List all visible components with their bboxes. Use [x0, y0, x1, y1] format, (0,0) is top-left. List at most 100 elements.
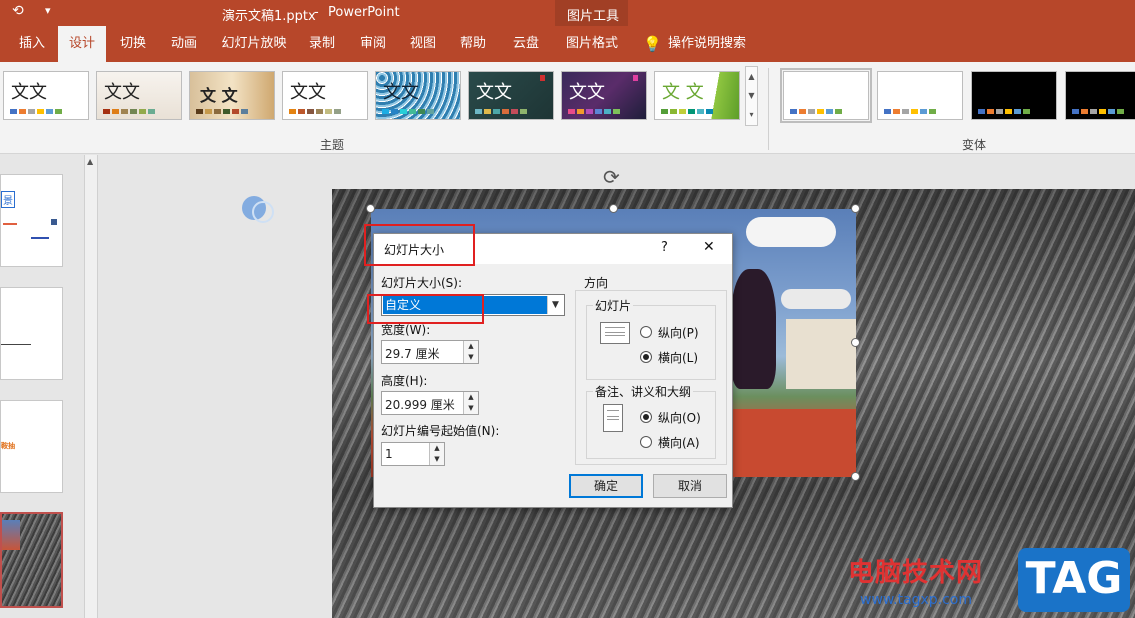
ok-button[interactable]: 确定: [569, 474, 643, 498]
slide-thumbnail-2[interactable]: [0, 287, 63, 380]
scroll-up-arrow-icon[interactable]: ▲: [87, 157, 93, 166]
thumb-picture: [2, 520, 20, 550]
thumbnail-scrollbar[interactable]: ▲: [84, 155, 98, 618]
tab-slideshow[interactable]: 幻灯片放映: [216, 26, 292, 62]
variant-color-bars: [978, 109, 1030, 114]
lightbulb-icon[interactable]: 💡: [643, 35, 662, 53]
rotate-handle-icon[interactable]: ⟳: [603, 165, 620, 189]
slide-thumbnail-3[interactable]: 鞍抽: [0, 400, 63, 493]
theme-5[interactable]: 文文: [375, 71, 461, 120]
theme-office[interactable]: 文文: [3, 71, 89, 120]
thumb-text: 景: [1, 191, 15, 208]
tab-animations[interactable]: 动画: [162, 26, 206, 62]
tab-review[interactable]: 审阅: [352, 26, 394, 62]
highlight-dialog-title: [364, 224, 475, 266]
theme-color-bars: [10, 109, 62, 114]
resize-handle-br[interactable]: [851, 472, 860, 481]
theme-color-bars: [475, 109, 527, 114]
picture-building: [786, 319, 856, 389]
start-spin-buttons[interactable]: ▲ ▼: [429, 443, 444, 465]
loading-circle-icon-2: [252, 201, 274, 223]
theme-color-bars: [568, 109, 620, 114]
notes-landscape-label[interactable]: 横向(A): [658, 434, 700, 451]
ribbon-tab-bar: 插入 设计 切换 动画 幻灯片放映 录制 审阅 视图 帮助 云盘 图片格式 💡 …: [0, 26, 1135, 62]
tell-me-search[interactable]: 操作说明搜索: [662, 26, 752, 62]
picture-roof: [731, 409, 856, 477]
variant-1[interactable]: [780, 68, 872, 123]
resize-handle-tl[interactable]: [366, 204, 375, 213]
theme-gallery-scroll[interactable]: ▲ ▼ ▾: [745, 66, 758, 126]
picture-figure: [731, 269, 776, 389]
variants-group-label: 变体: [962, 138, 987, 152]
slide-thumbnail-1[interactable]: 景: [0, 174, 63, 267]
slide-portrait-label[interactable]: 纵向(P): [658, 324, 699, 341]
theme-color-bars: [289, 109, 341, 114]
slide-size-dialog: 幻灯片大小 ? ✕ 幻灯片大小(S): 自定义 ▼ 宽度(W): 29.7 厘米…: [373, 233, 733, 508]
tab-design[interactable]: 设计: [58, 26, 106, 62]
height-spin-buttons[interactable]: ▲ ▼: [463, 392, 478, 414]
title-separator: -: [314, 5, 319, 20]
resize-handle-tr[interactable]: [851, 204, 860, 213]
theme-color-bars: [196, 109, 248, 114]
document-filename: 演示文稿1.pptx: [222, 9, 316, 24]
height-value: 20.999 厘米: [385, 398, 455, 412]
autosave-icon[interactable]: ⟲: [12, 3, 24, 19]
notes-portrait-radio[interactable]: [640, 411, 652, 423]
qat-dropdown-icon[interactable]: ▾: [45, 4, 51, 17]
group-divider: [768, 68, 769, 150]
slide-portrait-radio[interactable]: [640, 326, 652, 338]
help-button[interactable]: ?: [661, 240, 668, 255]
theme-2[interactable]: 文文: [96, 71, 182, 120]
tab-view[interactable]: 视图: [402, 26, 444, 62]
cancel-button[interactable]: 取消: [653, 474, 727, 498]
chevron-down-icon[interactable]: ▼: [547, 296, 563, 314]
tab-help[interactable]: 帮助: [452, 26, 494, 62]
theme-4[interactable]: 文文: [282, 71, 368, 120]
width-value: 29.7 厘米: [385, 347, 440, 361]
notes-portrait-label[interactable]: 纵向(O): [658, 409, 701, 426]
height-stepper[interactable]: 20.999 厘米 ▲ ▼: [381, 391, 479, 415]
height-label: 高度(H):: [381, 374, 428, 388]
tab-insert[interactable]: 插入: [10, 26, 54, 62]
picture-cloud: [746, 217, 836, 247]
close-icon[interactable]: ✕: [703, 239, 715, 255]
theme-6[interactable]: 文文: [468, 71, 554, 120]
themes-group-label: 主题: [320, 138, 345, 152]
theme-7[interactable]: 文文: [561, 71, 647, 120]
slide-thumbnail-4-selected[interactable]: [0, 512, 63, 608]
thumb-line: [31, 237, 49, 239]
theme-sample-text: 文文: [11, 82, 47, 103]
app-name: PowerPoint: [328, 5, 400, 20]
theme-8[interactable]: 文 文: [654, 71, 740, 120]
variant-2[interactable]: [877, 71, 963, 120]
watermark-site-name: 电脑技术网: [848, 558, 984, 588]
variant-4[interactable]: [1065, 71, 1135, 120]
theme-sample-text: 文文: [383, 82, 419, 103]
width-spin-buttons[interactable]: ▲ ▼: [463, 341, 478, 363]
start-number-label: 幻灯片编号起始值(N):: [381, 424, 500, 438]
slide-landscape-radio[interactable]: [640, 351, 652, 363]
theme-sample-text: 文文: [104, 82, 140, 103]
slide-landscape-label[interactable]: 横向(L): [658, 349, 698, 366]
variant-color-bars: [884, 109, 936, 114]
watermark-tag-logo: TAG: [1018, 548, 1130, 612]
tab-record[interactable]: 录制: [302, 26, 342, 62]
thumb-text: 鞍抽: [1, 442, 15, 450]
orientation-label: 方向: [584, 276, 609, 290]
tab-picture-format[interactable]: 图片格式: [557, 26, 627, 62]
tab-transitions[interactable]: 切换: [112, 26, 154, 62]
theme-color-bars: [382, 109, 434, 114]
variant-3[interactable]: [971, 71, 1057, 120]
tab-cloud[interactable]: 云盘: [504, 26, 548, 62]
thumb-line: [1, 344, 31, 345]
notes-landscape-radio[interactable]: [640, 436, 652, 448]
resize-handle-mr[interactable]: [851, 338, 860, 347]
theme-3[interactable]: 文 文: [189, 71, 275, 120]
theme-color-bars: [103, 109, 155, 114]
watermark-url: www.tagxp.com: [860, 592, 972, 608]
start-number-stepper[interactable]: 1 ▲ ▼: [381, 442, 445, 466]
width-stepper[interactable]: 29.7 厘米 ▲ ▼: [381, 340, 479, 364]
notes-group-label: 备注、讲义和大纲: [593, 383, 694, 400]
resize-handle-tc[interactable]: [609, 204, 618, 213]
thumb-line: [51, 219, 57, 225]
